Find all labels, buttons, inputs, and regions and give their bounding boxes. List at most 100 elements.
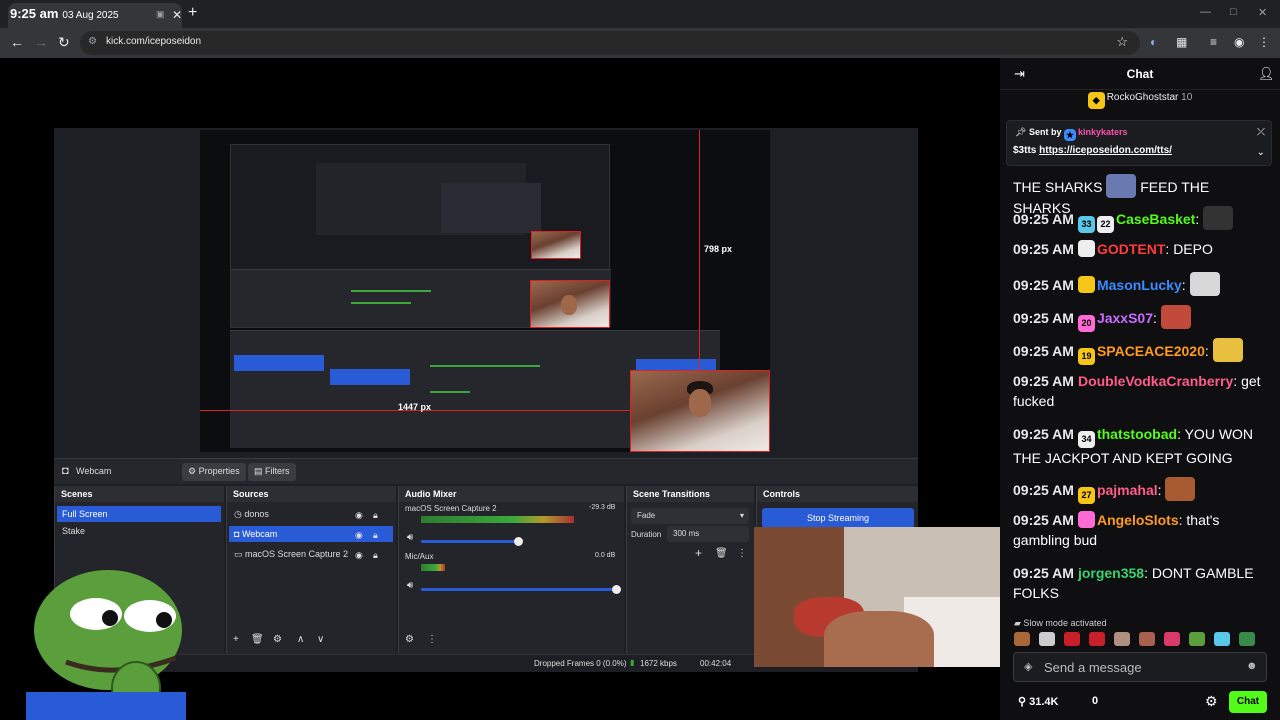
pinned-text: $3tts https://iceposeidon.com/tts/ [1013, 145, 1172, 156]
maximize-button[interactable]: □ [1230, 6, 1237, 18]
audio-channel-db: 0.0 dB [595, 552, 616, 559]
filters-button[interactable]: ▤ Filters [248, 463, 296, 481]
site-info-icon[interactable]: ⚙ [88, 36, 97, 47]
message-username[interactable]: JaxxS07 [1097, 310, 1153, 326]
mixer-menu-icon[interactable]: ⋮ [427, 634, 437, 645]
message-timestamp: 09:25 AM [1013, 277, 1074, 293]
source-settings-icon[interactable]: ⚙ [273, 634, 282, 645]
emote-icon[interactable] [1064, 632, 1080, 646]
forward-arrow-icon[interactable]: → [34, 34, 48, 50]
emote-icon[interactable] [1014, 632, 1030, 646]
volume-knob[interactable] [612, 585, 621, 594]
emote-icon[interactable] [1039, 632, 1055, 646]
transition-type-select[interactable]: Fade ▾ [631, 508, 749, 524]
preview-webcam [630, 370, 770, 452]
unpin-icon[interactable]: ⤫ [1257, 127, 1265, 138]
controls-title: Controls [757, 486, 918, 502]
chat-input[interactable]: ◈ Send a message ☻ [1013, 652, 1267, 682]
minimize-button[interactable]: — [1200, 6, 1211, 18]
message-username[interactable]: MasonLucky [1097, 277, 1182, 293]
emoji-icon[interactable]: ☻ [1246, 660, 1258, 672]
close-window-button[interactable]: ✕ [1258, 6, 1267, 19]
eye-icon[interactable]: ◉ [355, 510, 363, 521]
back-arrow-icon[interactable]: ← [10, 34, 24, 50]
emote-icon[interactable] [1214, 632, 1230, 646]
new-tab-button[interactable]: + [188, 4, 197, 22]
lock-icon[interactable]: 🔒︎ [373, 550, 378, 561]
message-username[interactable]: SPACEACE2020 [1097, 343, 1205, 359]
eye-icon[interactable]: ◉ [355, 530, 363, 541]
pinned-link[interactable]: https://iceposeidon.com/tts/ [1039, 145, 1172, 156]
scene-transitions-title: Scene Transitions [627, 486, 754, 502]
send-chat-button[interactable]: Chat [1229, 691, 1267, 713]
audio-meter [421, 564, 445, 571]
volume-slider[interactable] [421, 540, 519, 543]
chat-message: 09:25 AM 20 JaxxS07: [1013, 305, 1269, 332]
bitrate: 1672 kbps [640, 659, 677, 668]
chevron-down-icon[interactable]: ⌄ [1257, 147, 1265, 158]
chat-emote [1212, 338, 1243, 362]
close-tab-icon[interactable]: ✕ [172, 8, 182, 22]
duration-input[interactable]: 300 ms [667, 526, 749, 542]
move-up-icon[interactable]: ∧ [297, 634, 304, 645]
profile-icon[interactable]: ◉ [1234, 35, 1244, 49]
audio-channel-db: -29.3 dB [589, 504, 616, 511]
points-count: 0 [1092, 695, 1099, 707]
reload-icon[interactable]: ↻ [58, 34, 70, 51]
source-item-donos[interactable]: ◷ donos [229, 506, 393, 522]
speaker-icon[interactable]: 🔊︎ [407, 532, 413, 543]
chat-message: 09:25 AM DoubleVodkaCranberry: get fucked [1013, 373, 1261, 409]
mixer-settings-icon[interactable]: ⚙ [405, 634, 414, 645]
source-item-screen-capture[interactable]: ▭ macOS Screen Capture 2 [229, 546, 393, 562]
stream-time: 00:42:04 [700, 659, 732, 668]
remove-source-icon[interactable]: 🗑︎ [251, 634, 264, 645]
obs-preview: 798 px 1447 px [200, 130, 770, 452]
emote-icon[interactable] [1139, 632, 1155, 646]
add-source-icon[interactable]: + [233, 634, 239, 645]
message-username[interactable]: GODTENT [1097, 241, 1165, 257]
message-username[interactable]: DoubleVodkaCranberry [1078, 373, 1233, 389]
message-username[interactable]: jorgen358 [1078, 565, 1144, 581]
preview-scene-row [234, 355, 324, 371]
move-down-icon[interactable]: ∨ [317, 634, 324, 645]
chat-settings-icon[interactable]: ⚙ [1205, 693, 1218, 710]
emote-icon[interactable] [1114, 632, 1130, 646]
user-badge: 27 [1077, 487, 1095, 504]
lock-icon[interactable]: 🔒︎ [373, 510, 378, 521]
nested-meter [351, 302, 411, 304]
pinned-message[interactable]: 📌︎ Sent by ★ kinkykaters $3tts https://ic… [1006, 120, 1272, 166]
message-username[interactable]: thatstoobad [1097, 426, 1177, 442]
volume-knob[interactable] [514, 537, 523, 546]
bookmark-star-icon[interactable]: ☆ [1116, 34, 1128, 50]
chat-users-icon[interactable]: 👤︎ [1258, 66, 1275, 82]
scene-item-full-screen[interactable]: Full Screen [57, 506, 221, 522]
message-username[interactable]: pajmahal [1097, 482, 1158, 498]
speaker-icon[interactable]: 🔊︎ [407, 580, 413, 591]
message-timestamp: 09:25 AM [1013, 343, 1074, 359]
source-item-webcam[interactable]: ◘ Webcam [229, 526, 393, 542]
extensions-puzzle-icon[interactable]: ▦ [1176, 35, 1187, 49]
stop-streaming-button[interactable]: Stop Streaming [762, 508, 914, 528]
chat-emote [1203, 206, 1234, 230]
message-username[interactable]: AngeloSlots [1097, 512, 1179, 528]
emote-icon[interactable] [1089, 632, 1105, 646]
chat-message: 09:25 AM GODTENT: DEPO [1013, 240, 1213, 257]
menu-kebab-icon[interactable]: ⋮ [1258, 35, 1270, 49]
emote-icon[interactable] [1239, 632, 1255, 646]
volume-slider[interactable] [421, 588, 617, 591]
lock-icon[interactable]: 🔒︎ [373, 530, 378, 541]
add-transition-icon[interactable]: + [695, 546, 702, 560]
message-username[interactable]: CaseBasket [1116, 211, 1195, 227]
extension-icon[interactable]: ◐ [1150, 35, 1157, 49]
url-field[interactable]: ⚙ kick.com/iceposeidon ☆ [80, 31, 1140, 55]
message-timestamp: 09:25 AM [1013, 241, 1074, 257]
emote-icon[interactable] [1189, 632, 1205, 646]
properties-button[interactable]: ⚙ Properties [182, 463, 246, 481]
media-control-icon[interactable]: ≡ [1210, 35, 1217, 49]
emote-icon[interactable] [1164, 632, 1180, 646]
scene-item-stake[interactable]: Stake [57, 523, 221, 539]
red-guide-vertical [699, 130, 700, 370]
transition-menu-icon[interactable]: ⋮ [737, 548, 747, 559]
remove-transition-icon[interactable]: 🗑︎ [715, 548, 728, 559]
eye-icon[interactable]: ◉ [355, 550, 363, 561]
